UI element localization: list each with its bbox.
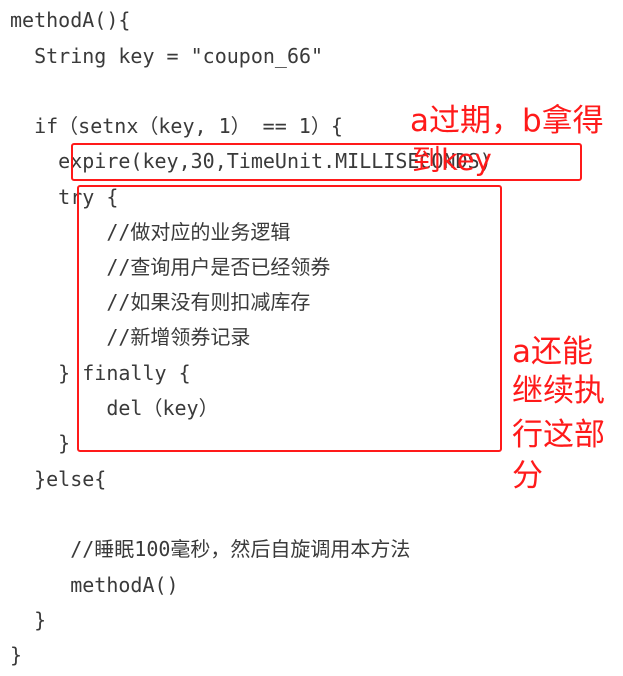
code-line: } — [10, 431, 71, 455]
expire-annotation-line: 到key — [412, 143, 492, 177]
expire-highlight-box — [71, 143, 582, 181]
code-line: //睡眠100毫秒，然后自旋调用本方法 — [10, 537, 411, 561]
try-block-highlight-box — [77, 185, 502, 452]
try-annotation-line: 继续执 — [512, 373, 605, 409]
expire-annotation-line: a过期，b拿得 — [410, 103, 604, 139]
try-annotation-line: 分 — [512, 458, 543, 494]
code-line: String key = "coupon_66" — [10, 44, 324, 68]
code-line: methodA(){ — [10, 8, 131, 32]
code-line: }else{ — [10, 467, 107, 491]
code-line: if（setnx（key, 1） == 1）{ — [10, 114, 343, 138]
code-line: } — [10, 608, 47, 632]
try-annotation-line: 行这部 — [512, 417, 605, 453]
code-line: methodA() — [10, 573, 179, 597]
code-line: } — [10, 643, 23, 667]
try-annotation-line: a还能 — [512, 334, 593, 370]
